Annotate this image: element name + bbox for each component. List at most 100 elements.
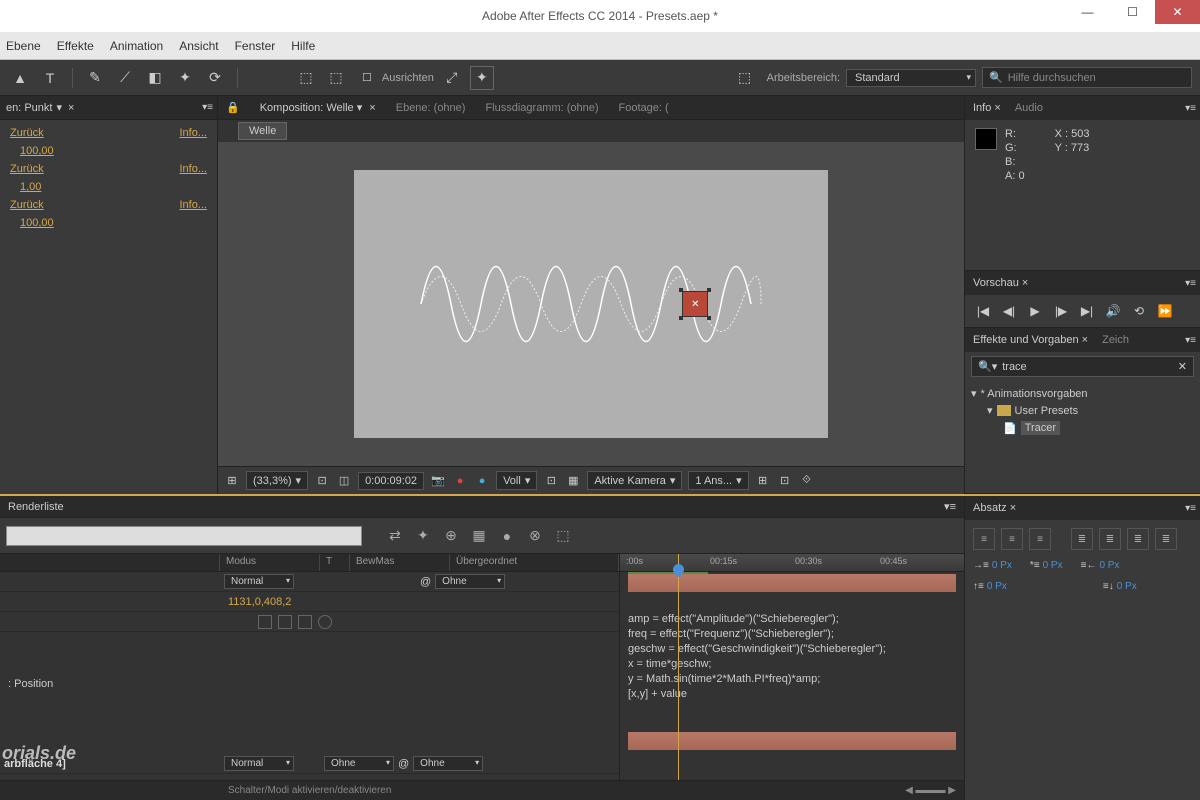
space-after[interactable]: ≡↓ 0 Px xyxy=(1103,581,1137,592)
close-button[interactable]: ✕ xyxy=(1155,0,1200,24)
mask-icon[interactable]: ◫ xyxy=(336,473,352,489)
parent-dropdown[interactable]: Ohne xyxy=(413,756,483,771)
ram-preview-icon[interactable]: ⏩ xyxy=(1157,303,1173,319)
panel-menu-icon[interactable]: ▾≡ xyxy=(1185,503,1196,514)
layer-row-2[interactable]: arbfläche 4] Normal Ohne @ Ohne xyxy=(0,754,619,774)
close-icon[interactable]: × xyxy=(68,102,74,114)
expr-enable-icon[interactable] xyxy=(258,615,272,629)
tl-icon[interactable]: ▦ xyxy=(468,525,490,547)
parent-pickwhip-icon[interactable]: @ xyxy=(398,758,409,770)
parent-pickwhip-icon[interactable]: @ xyxy=(420,576,431,588)
menu-hilfe[interactable]: Hilfe xyxy=(291,39,315,53)
tab-renderliste[interactable]: Renderliste xyxy=(8,501,64,513)
resolution-dropdown[interactable]: Voll ▾ xyxy=(496,471,537,490)
mode-dropdown[interactable]: Normal xyxy=(224,756,294,771)
text-tool-icon[interactable]: T xyxy=(38,66,62,90)
tl-icon[interactable]: ✦ xyxy=(412,525,434,547)
resolution-icon[interactable]: ⊡ xyxy=(314,473,330,489)
tl-icon[interactable]: ⬚ xyxy=(552,525,574,547)
snap-icon[interactable]: ⬚ xyxy=(294,66,318,90)
timeline-search[interactable] xyxy=(6,526,362,546)
lock-icon[interactable]: 🔒 xyxy=(226,101,240,114)
layer-marker[interactable]: ✕ xyxy=(682,291,708,317)
roi-icon[interactable]: ⊡ xyxy=(543,473,559,489)
tree-folder[interactable]: ▾ User Presets xyxy=(971,402,1194,419)
comp-tab-fluss[interactable]: Flussdiagramm: (ohne) xyxy=(485,102,598,114)
tab-info[interactable]: Info × xyxy=(973,102,1001,114)
align-left-icon[interactable]: ≡ xyxy=(973,528,995,550)
tl-icon[interactable]: ⊗ xyxy=(524,525,546,547)
panel-menu-icon[interactable]: ▾≡ xyxy=(944,500,956,513)
left-panel-tab[interactable]: en: Punkt xyxy=(6,102,52,114)
property-row[interactable]: 1131,0,408,2 xyxy=(0,592,619,612)
channel2-icon[interactable]: ● xyxy=(474,473,490,489)
audio-icon[interactable]: 🔊 xyxy=(1105,303,1121,319)
grid-icon[interactable]: ⊞ xyxy=(224,473,240,489)
clear-icon[interactable]: ✕ xyxy=(1178,360,1187,373)
footer-toggle[interactable]: Schalter/Modi aktivieren/deaktivieren xyxy=(228,785,391,796)
mode-dropdown[interactable]: Normal xyxy=(224,574,294,589)
history-value[interactable]: 1,00 xyxy=(10,181,41,193)
snapshot-icon[interactable]: 📷 xyxy=(430,473,446,489)
comp-tab-footage[interactable]: Footage: ( xyxy=(619,102,669,114)
justify-right-icon[interactable]: ≣ xyxy=(1127,528,1149,550)
prev-frame-icon[interactable]: ◀| xyxy=(1001,303,1017,319)
effects-search-input[interactable] xyxy=(1002,361,1173,373)
history-undo[interactable]: Zurück xyxy=(10,199,44,211)
history-undo[interactable]: Zurück xyxy=(10,127,44,139)
expr-graph-icon[interactable] xyxy=(278,615,292,629)
snap-edges-icon[interactable]: ✦ xyxy=(470,66,494,90)
breadcrumb-item[interactable]: Welle xyxy=(238,122,287,140)
panel-menu-icon[interactable]: ▾≡ xyxy=(1185,278,1196,289)
history-info[interactable]: Info... xyxy=(179,199,207,211)
tab-zeich[interactable]: Zeich xyxy=(1102,334,1129,346)
snap2-icon[interactable]: ⬚ xyxy=(324,66,348,90)
last-frame-icon[interactable]: ▶| xyxy=(1079,303,1095,319)
expr-pickwhip-icon[interactable] xyxy=(298,615,312,629)
zoom-dropdown[interactable]: (33,3%) ▾ xyxy=(246,471,308,490)
panel-menu-icon[interactable]: ▾≡ xyxy=(1185,335,1196,346)
eraser-tool-icon[interactable]: ◧ xyxy=(143,66,167,90)
playhead[interactable] xyxy=(678,554,679,780)
align-right-icon[interactable]: ≡ xyxy=(1029,528,1051,550)
menu-animation[interactable]: Animation xyxy=(110,39,163,53)
panel-menu-icon[interactable]: ▾≡ xyxy=(1185,103,1196,114)
pen-tool-icon[interactable]: ✎ xyxy=(83,66,107,90)
expr-menu-icon[interactable] xyxy=(318,615,332,629)
space-before[interactable]: ↑≡ 0 Px xyxy=(973,581,1007,592)
align-center-icon[interactable]: ≡ xyxy=(1001,528,1023,550)
menu-ebene[interactable]: Ebene xyxy=(6,39,41,53)
indent-first[interactable]: *≡ 0 Px xyxy=(1030,560,1063,571)
effects-search[interactable]: 🔍▾ ✕ xyxy=(971,356,1194,377)
workspace-icon[interactable]: ⬚ xyxy=(733,66,757,90)
tree-item-tracer[interactable]: 📄 Tracer xyxy=(971,419,1194,437)
indent-left[interactable]: →≡ 0 Px xyxy=(973,560,1012,571)
timecode[interactable]: 0:00:09:02 xyxy=(358,472,424,490)
brush-tool-icon[interactable]: ⟋ xyxy=(113,66,137,90)
tab-absatz[interactable]: Absatz × xyxy=(973,502,1016,514)
roto-tool-icon[interactable]: ⟳ xyxy=(203,66,227,90)
history-undo[interactable]: Zurück xyxy=(10,163,44,175)
camera-dropdown[interactable]: Aktive Kamera ▾ xyxy=(587,471,682,490)
tree-root[interactable]: ▾ * Animationsvorgaben xyxy=(971,385,1194,402)
timeline-tracks[interactable]: :00s 00:15s 00:30s 00:45s amp = effect("… xyxy=(620,554,964,780)
clone-tool-icon[interactable]: ✦ xyxy=(173,66,197,90)
next-frame-icon[interactable]: |▶ xyxy=(1053,303,1069,319)
tab-effects[interactable]: Effekte und Vorgaben × xyxy=(973,334,1088,346)
tab-preview[interactable]: Vorschau × xyxy=(973,277,1028,289)
tl-icon[interactable]: ⊕ xyxy=(440,525,462,547)
tl-icon[interactable]: ⇄ xyxy=(384,525,406,547)
menu-ansicht[interactable]: Ansicht xyxy=(179,39,218,53)
history-info[interactable]: Info... xyxy=(179,163,207,175)
track-dropdown[interactable]: Ohne xyxy=(324,756,394,771)
justify-left-icon[interactable]: ≣ xyxy=(1071,528,1093,550)
comp-tab-ebene[interactable]: Ebene: (ohne) xyxy=(396,102,466,114)
composition-viewer[interactable]: ✕ xyxy=(218,142,964,466)
selection-tool-icon[interactable]: ▲ xyxy=(8,66,32,90)
position-value[interactable]: 1131,0,408,2 xyxy=(220,596,291,608)
align-icon[interactable]: ⤢ xyxy=(440,66,464,90)
timeline-icon[interactable]: ⟐ xyxy=(799,473,815,489)
first-frame-icon[interactable]: |◀ xyxy=(975,303,991,319)
channel-icon[interactable]: ● xyxy=(452,473,468,489)
history-value[interactable]: 100,00 xyxy=(10,145,54,157)
